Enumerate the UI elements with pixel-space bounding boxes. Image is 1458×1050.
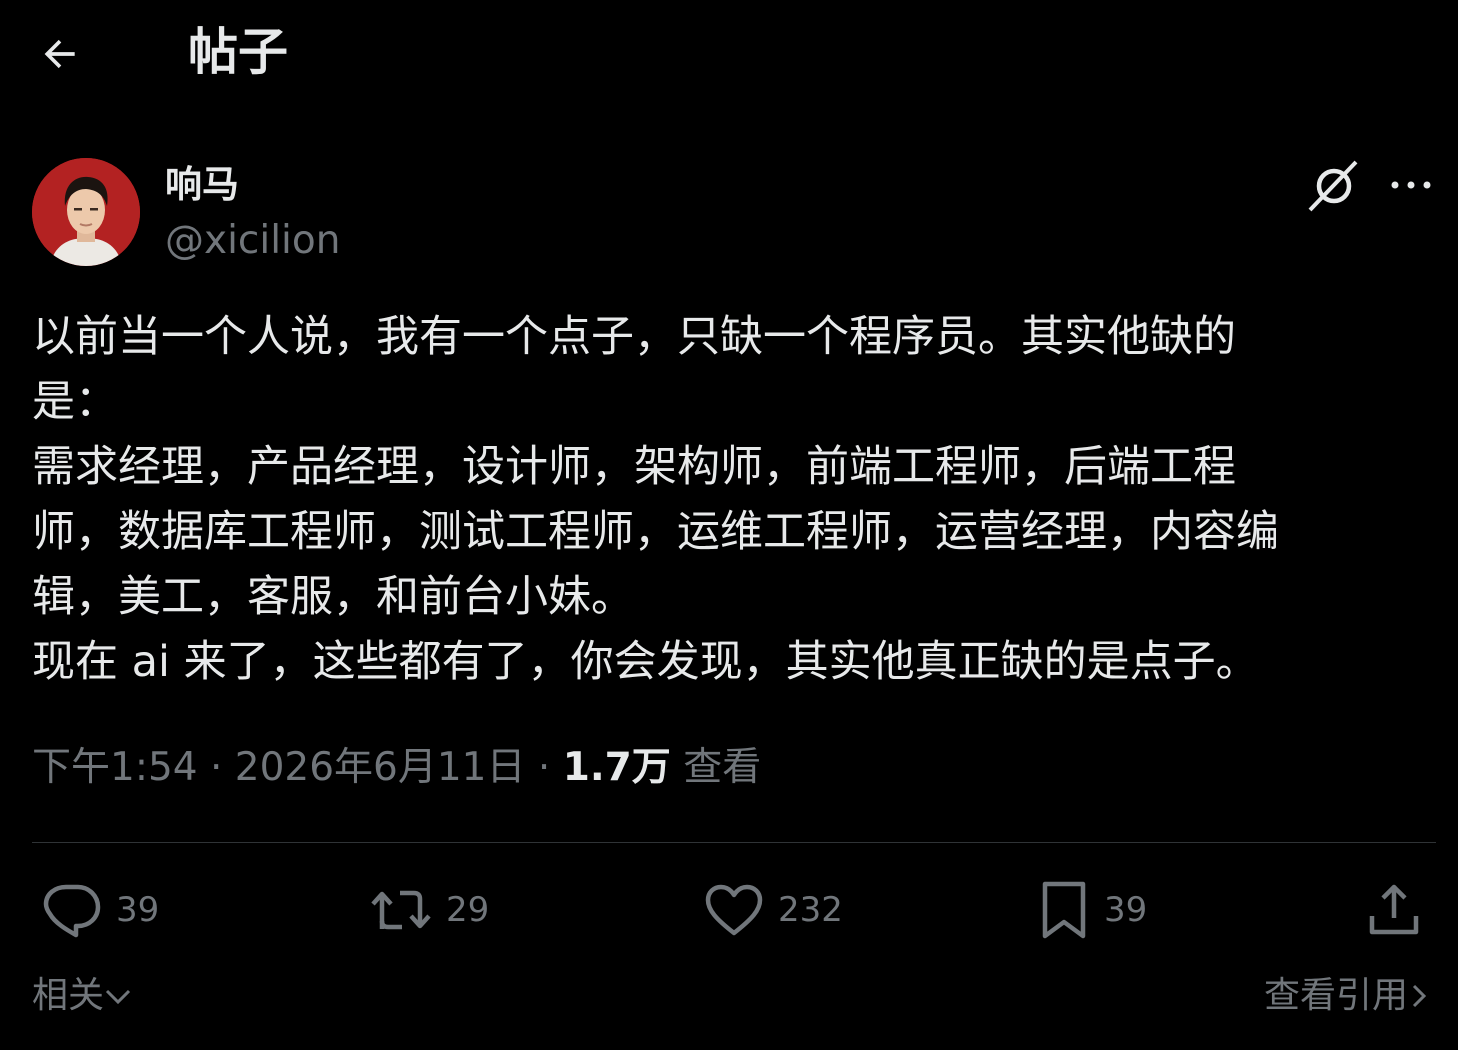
avatar-image bbox=[32, 158, 140, 266]
display-name[interactable]: 响马 bbox=[165, 160, 239, 210]
post-text: 以前当一个人说，我有一个点子，只缺一个程序员。其实他缺的 是： 需求经理，产品经… bbox=[32, 305, 1432, 695]
post-line: 以前当一个人说，我有一个点子，只缺一个程序员。其实他缺的 bbox=[32, 312, 1236, 362]
bookmark-button[interactable]: 39 bbox=[1038, 878, 1147, 942]
grok-button[interactable] bbox=[1306, 158, 1362, 214]
heart-icon bbox=[705, 884, 763, 936]
share-button[interactable] bbox=[1366, 878, 1436, 942]
repost-count: 29 bbox=[446, 890, 490, 930]
back-button[interactable] bbox=[36, 30, 84, 78]
post-line: 辑，美工，客服，和前台小妹。 bbox=[32, 572, 634, 622]
arrow-left-icon bbox=[44, 39, 75, 69]
post-line: 现在 ai 来了，这些都有了，你会发现，其实他真正缺的是点子。 bbox=[32, 637, 1259, 687]
grok-icon bbox=[1308, 160, 1358, 212]
post-meta: 下午1:54 · 2026年6月11日 · 1.7万 查看 bbox=[32, 740, 761, 796]
meta-separator: · bbox=[197, 745, 235, 790]
page-title: 帖子 bbox=[188, 23, 288, 81]
like-count: 232 bbox=[778, 890, 843, 930]
views-count: 1.7万 bbox=[562, 745, 671, 790]
like-button[interactable]: 232 bbox=[704, 878, 843, 942]
views-label: 查看 bbox=[670, 745, 762, 790]
post-line: 需求经理，产品经理，设计师，架构师，前端工程师，后端工程 bbox=[32, 442, 1236, 492]
view-quotes-link[interactable]: 查看引用 bbox=[1264, 972, 1430, 1020]
related-label: 相关 bbox=[32, 975, 105, 1016]
related-toggle[interactable]: 相关 bbox=[32, 972, 132, 1020]
bookmark-icon bbox=[1042, 881, 1086, 939]
reply-count: 39 bbox=[116, 890, 160, 930]
post-line: 是： bbox=[32, 377, 118, 427]
reply-icon bbox=[43, 884, 101, 938]
post-date[interactable]: 2026年6月11日 bbox=[235, 745, 526, 790]
post-line: 师，数据库工程师，测试工程师，运维工程师，运营经理，内容编 bbox=[32, 507, 1279, 557]
avatar[interactable] bbox=[32, 158, 140, 266]
view-quotes-label: 查看引用 bbox=[1263, 975, 1408, 1016]
chevron-down-icon bbox=[105, 989, 131, 1005]
repost-icon bbox=[371, 890, 431, 930]
divider bbox=[32, 842, 1436, 843]
user-handle[interactable]: @xicilion bbox=[165, 216, 340, 266]
meta-separator: · bbox=[525, 745, 563, 790]
bookmark-count: 39 bbox=[1104, 890, 1148, 930]
repost-button[interactable]: 29 bbox=[370, 878, 489, 942]
more-horizontal-icon bbox=[1391, 181, 1431, 189]
post-time[interactable]: 下午1:54 bbox=[32, 745, 198, 790]
reply-button[interactable]: 39 bbox=[42, 878, 159, 942]
share-icon bbox=[1369, 884, 1419, 935]
more-options-button[interactable] bbox=[1386, 160, 1436, 210]
chevron-right-icon bbox=[1412, 984, 1427, 1008]
